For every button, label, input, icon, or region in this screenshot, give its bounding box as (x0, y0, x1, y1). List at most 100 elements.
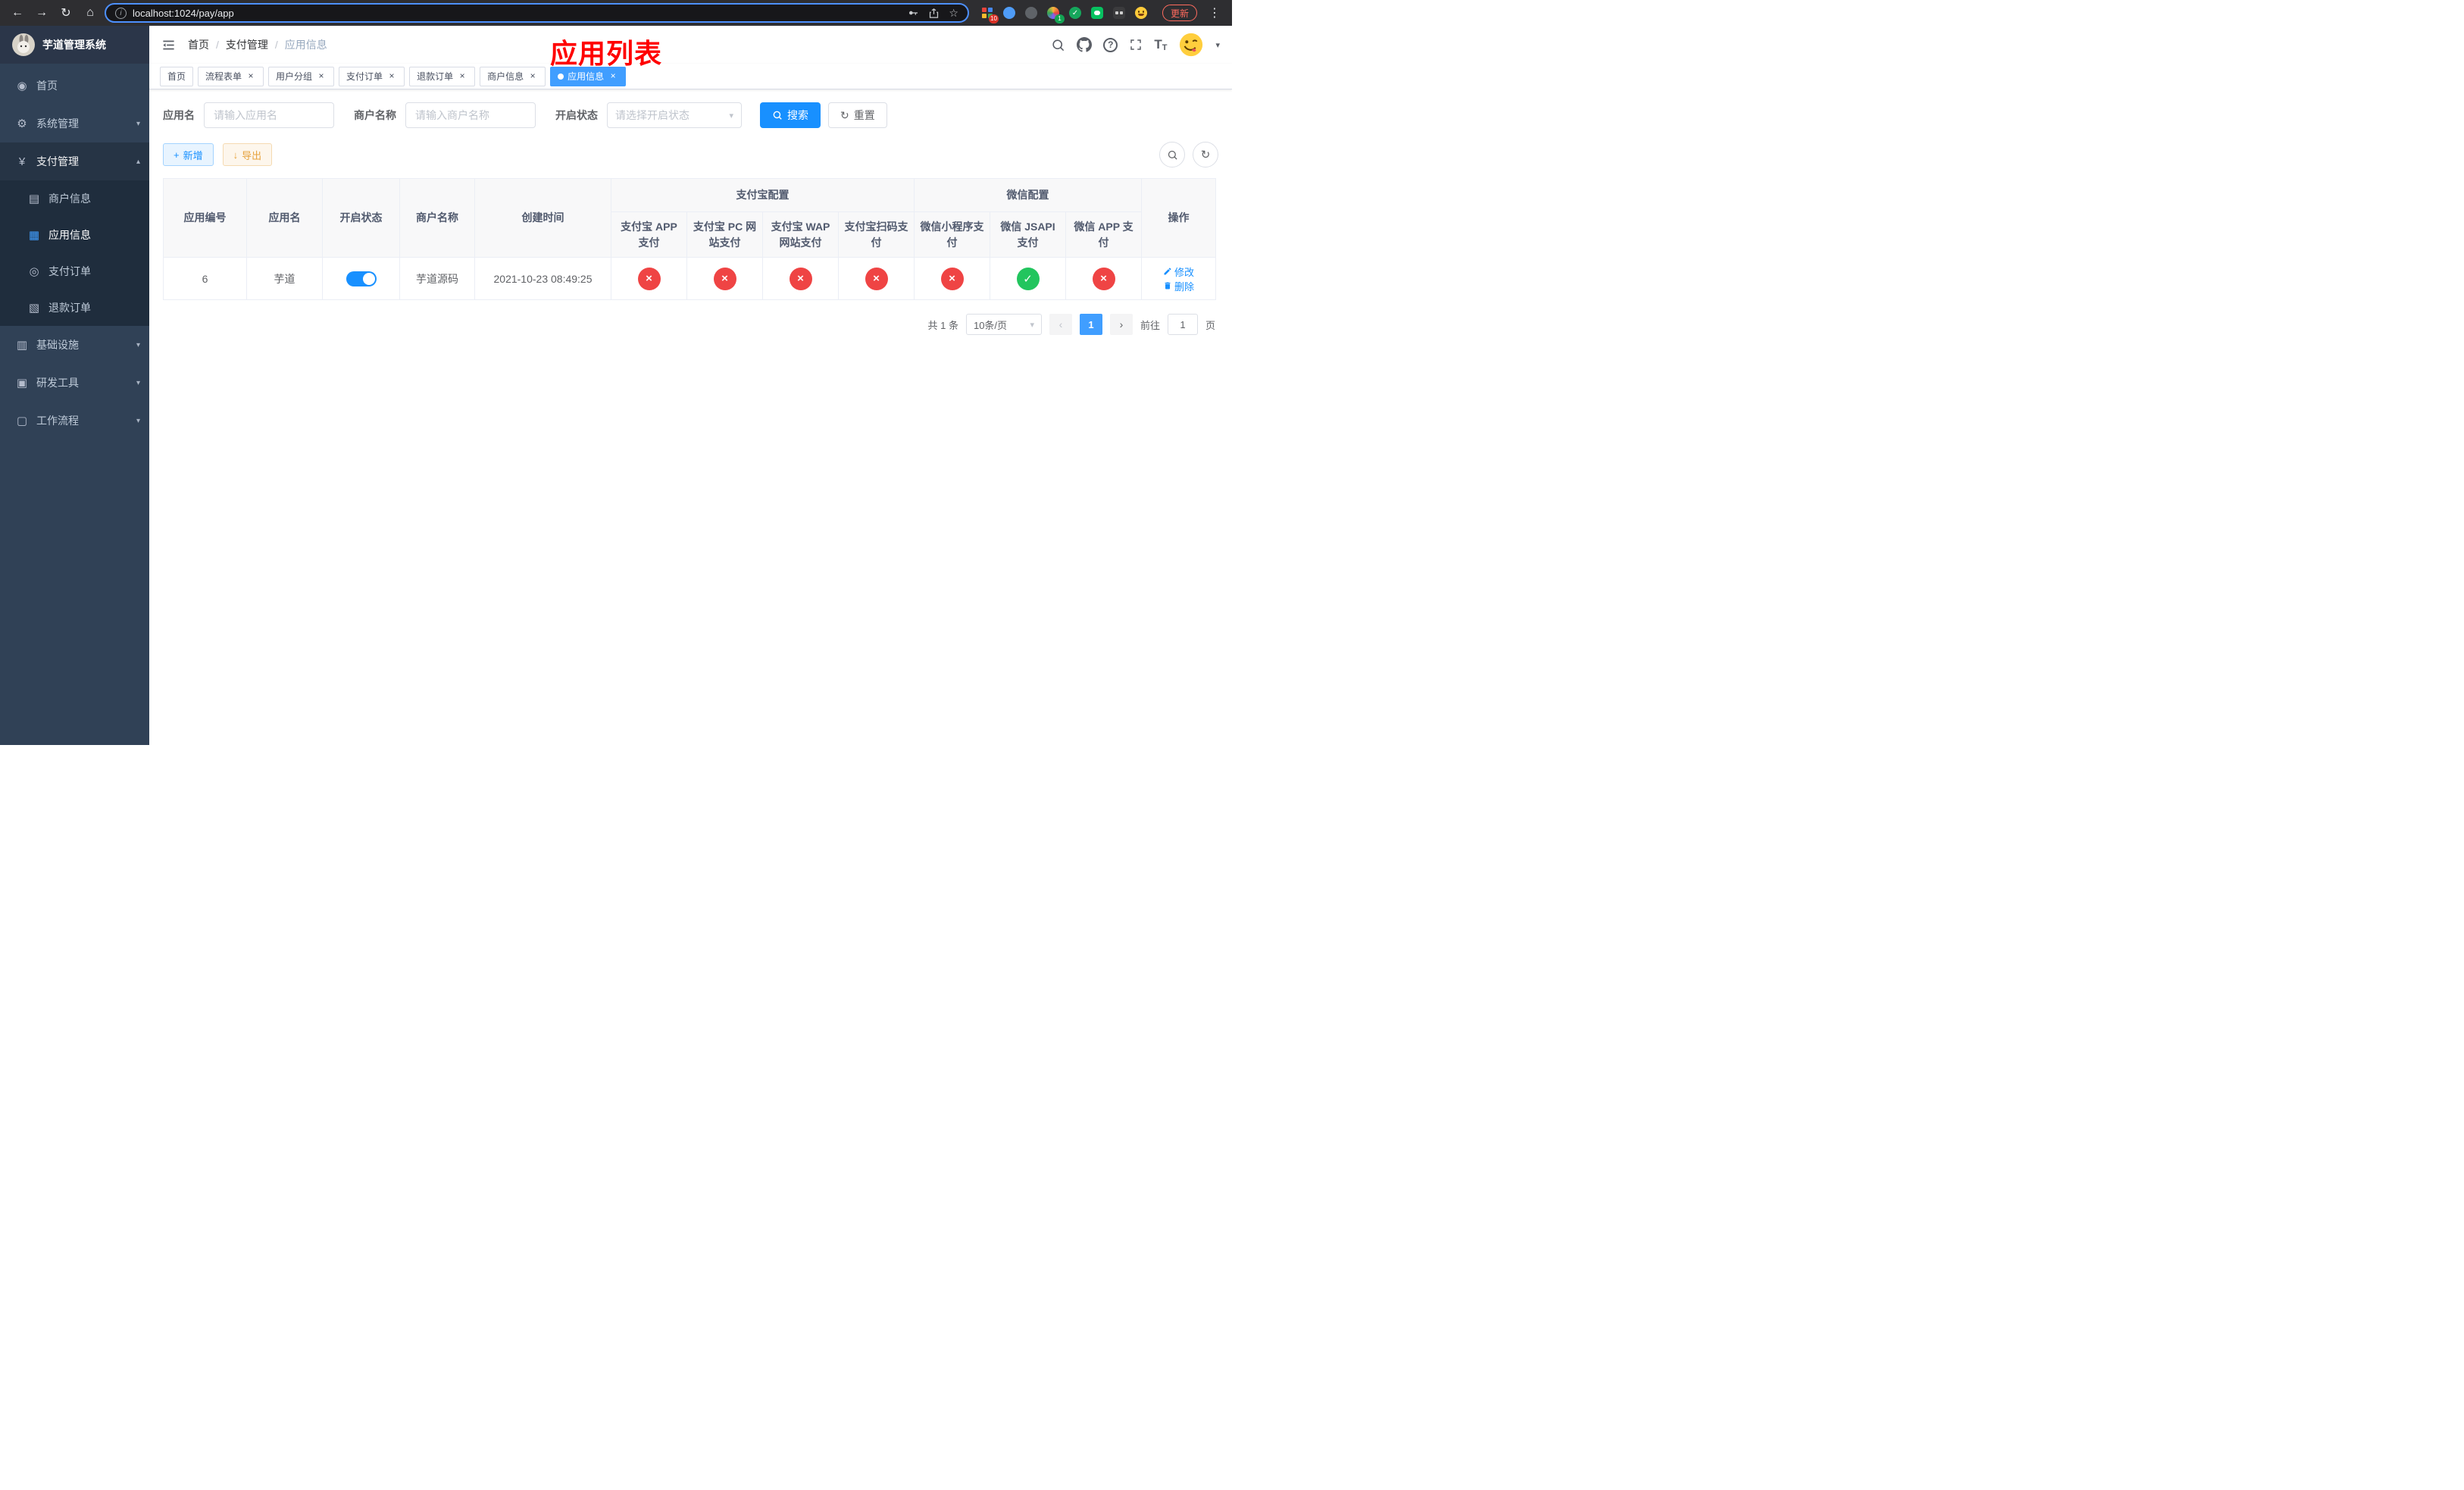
tab-close-icon[interactable]: × (527, 70, 538, 82)
goto-page-input[interactable] (1167, 314, 1198, 335)
app-logo: 芋道管理系统 (0, 26, 149, 64)
chevron-down-icon: ▾ (136, 416, 140, 425)
infra-icon: ▥ (16, 339, 28, 352)
refresh-table-button[interactable]: ↻ (1193, 142, 1218, 167)
cell-status (322, 257, 400, 300)
next-page-button[interactable]: › (1109, 314, 1133, 335)
reset-button[interactable]: ↻ 重置 (828, 102, 887, 128)
goto-prefix: 前往 (1140, 319, 1160, 331)
sidebar-item-app-info[interactable]: ▦ 应用信息 (0, 217, 149, 253)
tab-user-group[interactable]: 用户分组 × (268, 66, 335, 86)
tab-refund-order[interactable]: 退款订单 × (409, 66, 476, 86)
col-wechat-jsapi: 微信 JSAPI 支付 (990, 211, 1066, 258)
share-icon[interactable] (928, 8, 940, 19)
col-created: 创建时间 (474, 178, 611, 258)
delete-link[interactable]: 删除 (1163, 279, 1194, 293)
col-app-name: 应用名 (246, 178, 323, 258)
extension-grid-icon[interactable]: 10 (980, 5, 999, 23)
download-icon: ↓ (233, 149, 239, 161)
status-label: 开启状态 (555, 109, 598, 121)
search-icon[interactable] (1051, 38, 1065, 52)
export-button[interactable]: ↓ 导出 (222, 143, 273, 166)
search-form: 应用名 商户名称 开启状态 请选择开启状态 ▾ 搜索 ↻ 重 (163, 102, 1218, 128)
extension-tampermonkey-icon[interactable] (1112, 5, 1127, 20)
tab-close-icon[interactable]: × (245, 70, 256, 82)
tab-close-icon[interactable]: × (457, 70, 467, 82)
sidebar-item-system[interactable]: ⚙ 系统管理 ▾ (0, 105, 149, 142)
sidebar-item-home[interactable]: ◉ 首页 (0, 67, 149, 105)
col-wechat-app: 微信 APP 支付 (1065, 211, 1143, 258)
extension-dark-icon[interactable] (1024, 5, 1039, 20)
breadcrumb-payment[interactable]: 支付管理 (226, 37, 268, 52)
browser-home-icon[interactable]: ⌂ (80, 6, 100, 20)
alipay-app-status-icon: × (637, 267, 661, 290)
edit-link[interactable]: 修改 (1163, 265, 1194, 279)
cell-app-id: 6 (163, 257, 247, 300)
merchant-name-input[interactable] (405, 102, 536, 128)
app-table: 应用编号 应用名 开启状态 商户名称 创建时间 支付宝配置 微信配置 操作 支付… (163, 178, 1217, 300)
github-icon[interactable] (1077, 37, 1093, 52)
sidebar-collapse-icon[interactable] (161, 38, 176, 52)
app-name-input[interactable] (204, 102, 334, 128)
top-navbar: 首页 / 支付管理 / 应用信息 ? T T ▾ (149, 26, 1232, 64)
search-button[interactable]: 搜索 (760, 102, 821, 128)
chevron-down-icon: ▾ (729, 111, 733, 121)
address-bar[interactable]: i localhost:1024/pay/app ☆ (105, 3, 969, 23)
yen-icon: ¥ (18, 155, 26, 168)
sidebar-item-infra[interactable]: ▥ 基础设施 ▾ (0, 326, 149, 364)
site-info-icon[interactable]: i (115, 7, 127, 19)
status-select[interactable]: 请选择开启状态 ▾ (607, 102, 742, 128)
table-row: 6 芋道 芋道源码 2021-10-23 08:49:25 × × × × × (163, 257, 1217, 300)
breadcrumb-home[interactable]: 首页 (188, 37, 209, 52)
extension-pin-icon[interactable] (1002, 5, 1017, 20)
extension-check-icon[interactable]: ✓ (1068, 5, 1083, 20)
sidebar-item-pay-order[interactable]: ◎ 支付订单 (0, 253, 149, 290)
help-icon[interactable]: ? (1103, 37, 1118, 52)
sidebar-item-devtools[interactable]: ▣ 研发工具 ▾ (0, 364, 149, 402)
page-size-select[interactable]: 10条/页 ▾ (965, 314, 1042, 335)
gear-icon: ⚙ (17, 117, 27, 130)
user-avatar[interactable] (1178, 32, 1205, 58)
page-annotation: 应用列表 (549, 38, 663, 69)
font-size-icon[interactable]: TT (1154, 37, 1167, 52)
extension-profile-icon[interactable]: 1 (1046, 5, 1065, 23)
browser-update-button[interactable]: 更新 (1162, 5, 1197, 21)
page-number-1[interactable]: 1 (1079, 314, 1102, 335)
sidebar-item-merchant-info[interactable]: ▤ 商户信息 (0, 180, 149, 217)
page-content: 应用名 商户名称 开启状态 请选择开启状态 ▾ 搜索 ↻ 重 (149, 89, 1232, 335)
tab-pay-order[interactable]: 支付订单 × (339, 66, 405, 86)
tabs-bar: 首页 流程表单 × 用户分组 × 支付订单 × 退款订单 × 商户信息 × 应用… (149, 64, 1232, 89)
password-key-icon[interactable] (907, 7, 919, 19)
browser-back-icon[interactable]: ← (8, 6, 27, 20)
tab-close-icon[interactable]: × (316, 70, 327, 82)
tab-close-icon[interactable]: × (386, 70, 397, 82)
wechat-mini-status-icon: × (940, 267, 964, 290)
prev-page-button[interactable]: ‹ (1049, 314, 1072, 335)
col-wechat-mini: 微信小程序支付 (914, 211, 990, 258)
order-icon: ◎ (29, 265, 39, 278)
extension-emoji-icon[interactable] (1134, 5, 1149, 20)
sidebar-item-workflow[interactable]: ▢ 工作流程 ▾ (0, 402, 149, 440)
sidebar: 芋道管理系统 ◉ 首页 ⚙ 系统管理 ▾ ¥ 支付管理 ▴ ▤ 商户信息 ▦ 应… (0, 26, 149, 745)
wechat-app-status-icon: × (1092, 267, 1115, 290)
bookmark-star-icon[interactable]: ☆ (949, 7, 958, 20)
browser-forward-icon[interactable]: → (32, 6, 52, 20)
col-group-wechat: 微信配置 (913, 178, 1143, 212)
tab-process-form[interactable]: 流程表单 × (198, 66, 264, 86)
extension-badge: 1 (1054, 14, 1065, 23)
add-button[interactable]: + 新增 (163, 143, 214, 166)
fullscreen-icon[interactable] (1129, 38, 1143, 52)
col-alipay-app: 支付宝 APP 支付 (611, 211, 687, 258)
extension-wechat-icon[interactable] (1090, 5, 1105, 20)
tab-close-icon[interactable]: × (608, 70, 618, 82)
app-title: 芋道管理系统 (42, 39, 106, 51)
enabled-toggle[interactable] (346, 271, 377, 286)
sidebar-item-payment[interactable]: ¥ 支付管理 ▴ (0, 142, 149, 180)
tab-merchant-info[interactable]: 商户信息 × (480, 66, 546, 86)
chevron-down-icon[interactable]: ▾ (1215, 40, 1220, 50)
toggle-search-button[interactable] (1159, 142, 1185, 167)
browser-reload-icon[interactable]: ↻ (56, 5, 76, 20)
browser-menu-icon[interactable]: ⋮ (1205, 5, 1224, 20)
tab-home[interactable]: 首页 (160, 66, 194, 86)
sidebar-item-refund-order[interactable]: ▧ 退款订单 (0, 290, 149, 326)
